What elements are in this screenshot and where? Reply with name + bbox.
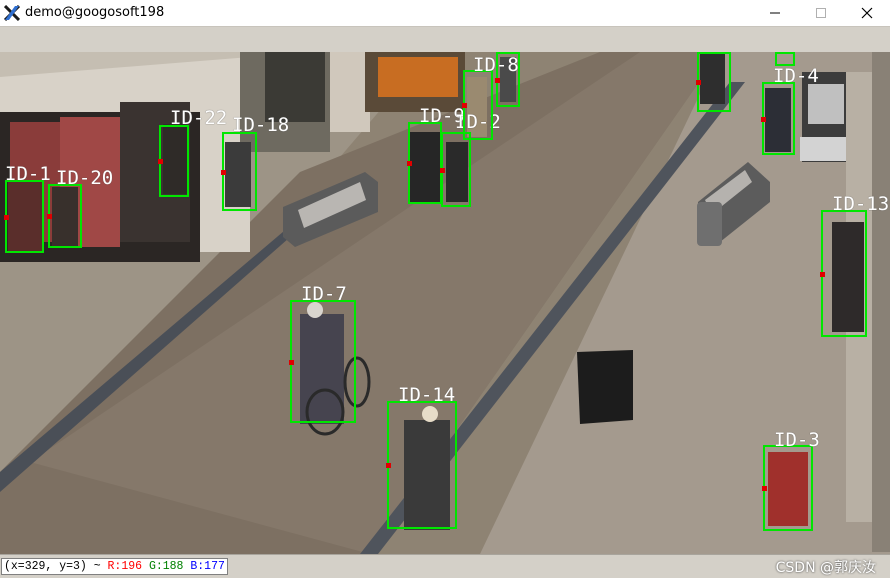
- detection-label: ID-3: [774, 429, 820, 451]
- anchor-marker: [386, 463, 391, 468]
- title-bar: demo@googosoft198: [0, 0, 890, 26]
- anchor-marker: [696, 80, 701, 85]
- pixel-readout: (x=329, y=3) ~ R:196 G:188 B:177: [1, 558, 228, 575]
- anchor-marker: [47, 214, 52, 219]
- anchor-marker: [820, 271, 825, 277]
- anchor-marker: [495, 77, 500, 83]
- red-value: R:196: [107, 560, 143, 573]
- detection-box: [440, 132, 471, 207]
- anchor-marker: [440, 167, 445, 173]
- anchor-marker: [762, 486, 767, 491]
- anchor-marker: [158, 159, 163, 164]
- detection-label: ID-20: [56, 167, 114, 189]
- detection-label: ID-1: [5, 163, 51, 185]
- app-x-icon: [4, 5, 20, 21]
- minimize-button[interactable]: [752, 0, 798, 26]
- detection-box: [407, 122, 442, 204]
- anchor-marker: [407, 161, 412, 166]
- detection-box: [4, 180, 44, 253]
- cursor-coords: (x=329, y=3) ~: [4, 560, 101, 573]
- detection-box: [762, 445, 813, 531]
- detection-box: [462, 70, 493, 140]
- detection-label: ID-8: [473, 54, 519, 76]
- detection-label: ID-13: [832, 193, 890, 215]
- anchor-marker: [462, 103, 467, 108]
- video-frame: ID-1 ID-20 ID-22 ID-18 ID-9 ID-2 ID-8 ID…: [0, 52, 890, 554]
- blue-value: B:177: [190, 560, 225, 573]
- minimize-icon: [770, 12, 780, 14]
- detection-label: ID-4: [773, 65, 819, 87]
- detection-label: ID-18: [232, 114, 290, 136]
- close-icon: [861, 7, 873, 19]
- detection-box: [158, 125, 189, 197]
- anchor-marker: [761, 116, 766, 122]
- status-bar: (x=329, y=3) ~ R:196 G:188 B:177 CSDN @郭…: [0, 554, 890, 578]
- detection-label: ID-14: [398, 384, 456, 406]
- detection-label: ID-22: [170, 107, 228, 129]
- detection-box: [696, 52, 731, 112]
- green-value: G:188: [148, 560, 184, 573]
- window-title: demo@googosoft198: [25, 5, 165, 20]
- detection-box: [775, 52, 795, 66]
- detection-box: [47, 184, 82, 248]
- detection-box: [386, 401, 457, 529]
- detection-box: [289, 300, 356, 423]
- detection-box: [820, 210, 867, 337]
- toolbar: [0, 26, 890, 52]
- watermark: CSDN @郭庆汝: [775, 560, 876, 576]
- anchor-marker: [4, 214, 9, 220]
- detection-box: [761, 82, 795, 155]
- maximize-icon: [816, 8, 826, 18]
- maximize-button[interactable]: [798, 0, 844, 26]
- anchor-marker: [221, 169, 226, 175]
- anchor-marker: [289, 359, 294, 365]
- detection-label: ID-7: [301, 283, 347, 305]
- close-button[interactable]: [844, 0, 890, 26]
- detection-box: [221, 132, 257, 211]
